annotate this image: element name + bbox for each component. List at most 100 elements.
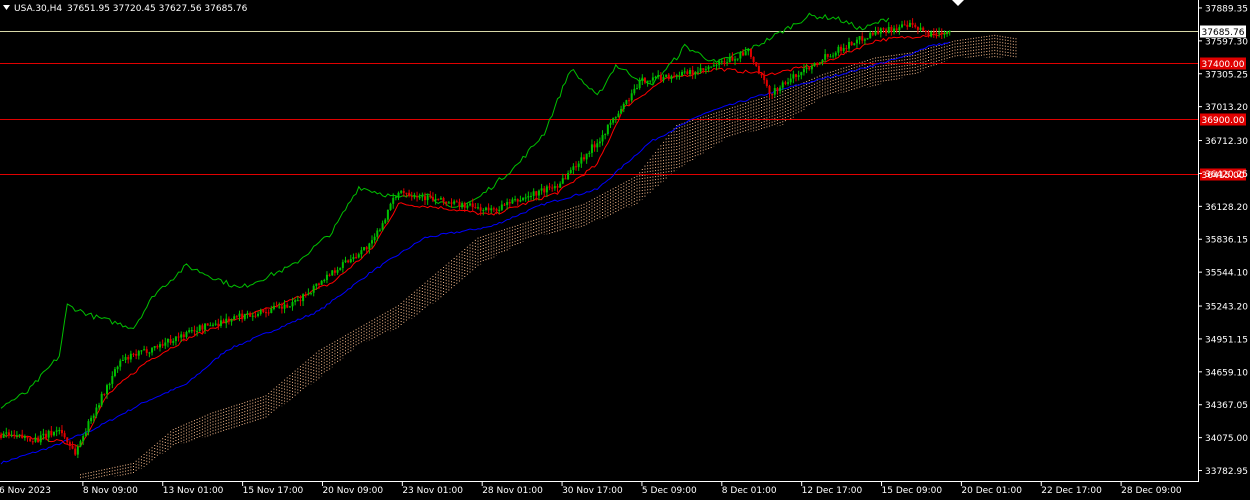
bear-candle xyxy=(21,434,24,439)
bull-candle xyxy=(418,197,421,199)
bull-candle xyxy=(259,310,262,314)
bear-candle xyxy=(416,196,419,198)
bull-candle xyxy=(108,383,111,386)
bull-candle xyxy=(646,80,649,83)
time-tick-label: 30 Nov 17:00 xyxy=(562,486,623,496)
bear-candle xyxy=(318,283,320,285)
bull-candle xyxy=(116,366,119,370)
bull-candle xyxy=(874,31,877,35)
bull-candle xyxy=(113,369,116,377)
bull-candle xyxy=(620,108,623,114)
bull-candle xyxy=(490,208,493,211)
bear-candle xyxy=(217,323,220,326)
bull-candle xyxy=(371,240,373,244)
bull-candle xyxy=(681,71,684,76)
bull-candle xyxy=(87,421,90,433)
bear-candle xyxy=(135,353,138,356)
bear-candle xyxy=(776,88,779,92)
bull-candle xyxy=(598,141,601,144)
bull-candle xyxy=(532,191,535,196)
bull-candle xyxy=(166,338,169,343)
bull-candle xyxy=(243,313,246,320)
price-tick-label: 37305.25 xyxy=(1205,70,1248,80)
bear-candle xyxy=(906,24,909,27)
bull-candle xyxy=(392,197,395,204)
bull-candle xyxy=(320,280,323,285)
bear-candle xyxy=(882,28,885,30)
bear-candle xyxy=(495,208,498,211)
bear-candle xyxy=(895,28,898,31)
bear-candle xyxy=(333,270,336,273)
price-tick-label: 34367.05 xyxy=(1205,401,1248,411)
bull-candle xyxy=(606,124,609,135)
bear-candle xyxy=(471,203,474,208)
bear-candle xyxy=(752,56,755,63)
bear-candle xyxy=(556,186,559,188)
bull-candle xyxy=(524,197,527,199)
bear-candle xyxy=(643,77,646,83)
bull-candle xyxy=(98,405,101,408)
bear-candle xyxy=(845,48,848,50)
bull-candle xyxy=(736,58,739,60)
bear-candle xyxy=(437,198,440,200)
bull-candle xyxy=(662,76,665,81)
bull-candle xyxy=(95,407,98,416)
bull-candle xyxy=(802,69,805,73)
bull-candle xyxy=(164,342,167,346)
bull-candle xyxy=(853,43,856,46)
bear-candle xyxy=(659,75,662,81)
bear-candle xyxy=(871,32,874,35)
bull-candle xyxy=(421,196,424,198)
bull-candle xyxy=(930,31,933,37)
bear-candle xyxy=(450,202,453,204)
bear-candle xyxy=(71,445,74,449)
bull-candle xyxy=(938,32,941,34)
bull-candle xyxy=(821,59,824,63)
bear-candle xyxy=(227,318,230,322)
bear-candle xyxy=(458,201,461,207)
bull-candle xyxy=(649,80,652,82)
bull-candle xyxy=(188,330,191,333)
ichimoku-chart[interactable]: 37400.0036900.0036415.0037685.7637889.35… xyxy=(0,0,1250,500)
bull-candle xyxy=(453,201,456,204)
bull-candle xyxy=(39,435,42,443)
bull-candle xyxy=(137,351,140,356)
bear-candle xyxy=(816,62,819,64)
bull-candle xyxy=(389,203,392,210)
bull-candle xyxy=(789,78,792,83)
bull-candle xyxy=(617,113,620,118)
bull-candle xyxy=(251,315,254,317)
bull-candle xyxy=(781,82,784,88)
bear-candle xyxy=(161,344,164,346)
bull-candle xyxy=(79,441,82,447)
bull-candle xyxy=(800,72,803,76)
bull-candle xyxy=(530,195,532,197)
bear-candle xyxy=(911,22,914,25)
bear-candle xyxy=(861,36,864,41)
bull-candle xyxy=(129,353,132,360)
time-tick-label: 8 Dec 01:00 xyxy=(722,486,777,496)
bull-candle xyxy=(386,209,389,220)
bull-candle xyxy=(394,196,397,198)
bull-candle xyxy=(349,259,352,263)
bull-candle xyxy=(797,75,800,77)
bear-candle xyxy=(551,187,554,189)
bull-candle xyxy=(657,75,660,77)
bull-candle xyxy=(341,262,344,268)
bear-candle xyxy=(265,312,267,314)
bull-candle xyxy=(908,22,911,27)
bull-candle xyxy=(580,157,583,164)
bear-candle xyxy=(749,48,752,57)
bull-candle xyxy=(569,169,572,174)
bull-candle xyxy=(498,209,501,211)
bear-candle xyxy=(516,199,519,202)
bull-candle xyxy=(694,72,697,75)
bull-candle xyxy=(728,56,731,63)
bear-candle xyxy=(37,437,40,443)
bull-candle xyxy=(23,436,26,439)
bull-candle xyxy=(42,433,45,436)
bull-candle xyxy=(805,67,808,70)
bull-candle xyxy=(818,62,821,64)
bull-candle xyxy=(506,202,509,206)
bear-candle xyxy=(784,82,787,84)
